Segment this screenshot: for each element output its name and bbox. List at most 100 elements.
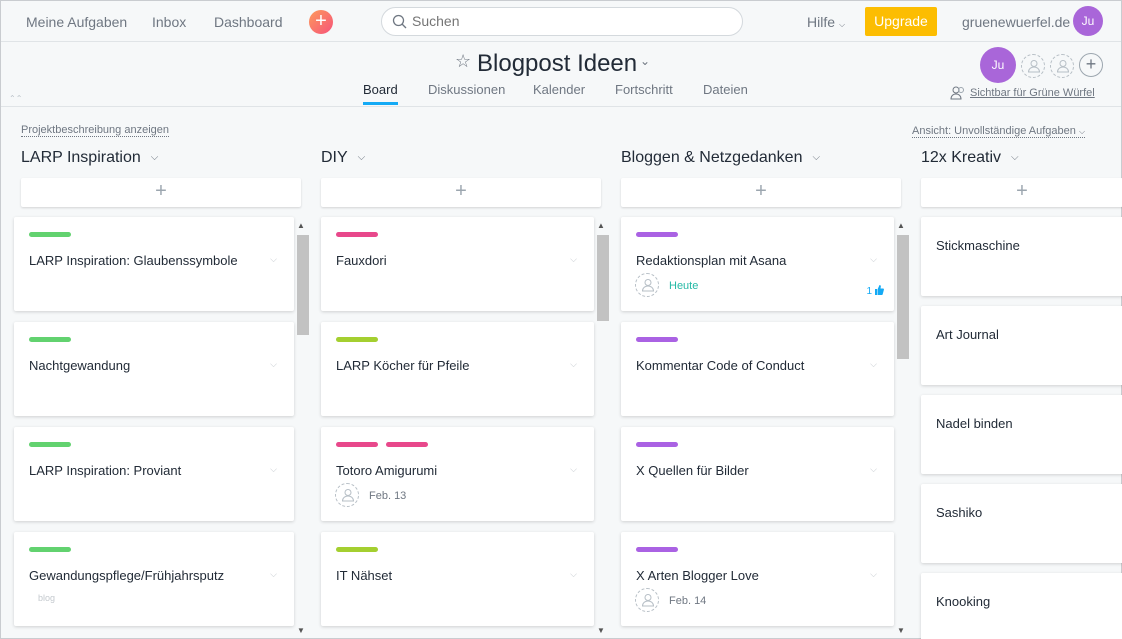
empty-member-slot[interactable] — [1050, 54, 1074, 78]
assignee-placeholder[interactable] — [635, 273, 659, 297]
column-header[interactable]: 12x Kreativ ⌵ — [921, 149, 1019, 167]
task-card[interactable]: Sashiko — [921, 484, 1122, 563]
chevron-down-icon[interactable]: ⌵ — [870, 464, 877, 475]
add-task-button[interactable]: + — [321, 178, 601, 207]
tag-bar-group — [636, 337, 686, 342]
chevron-down-icon[interactable]: ⌵ — [570, 569, 577, 580]
task-name: X Quellen für Bilder — [636, 463, 749, 478]
quick-add-button[interactable]: + — [309, 10, 333, 34]
search-bar[interactable] — [381, 7, 743, 36]
scrollbar-thumb[interactable] — [597, 235, 609, 321]
column-header[interactable]: Bloggen & Netzgedanken ⌵ — [621, 149, 820, 167]
task-card[interactable]: Nadel binden — [921, 395, 1122, 474]
column-scrollbar[interactable]: ▲ ▼ — [295, 219, 309, 637]
chevron-down-icon[interactable]: ⌵ — [270, 254, 277, 265]
task-name: LARP Inspiration: Proviant — [29, 463, 182, 478]
chevron-down-icon[interactable]: ⌵ — [270, 569, 277, 580]
workspace-name[interactable]: gruenewuerfel.de — [962, 14, 1070, 30]
task-name: Nadel binden — [936, 416, 1013, 431]
collapse-icon[interactable]: ⌃⌃ — [9, 94, 22, 103]
chevron-down-icon[interactable]: ⌵ — [870, 254, 877, 265]
help-menu[interactable]: Hilfe ⌵ — [807, 14, 845, 30]
star-icon[interactable]: ☆ — [455, 51, 471, 72]
due-date[interactable]: Feb. 13 — [369, 490, 406, 502]
scroll-up-icon[interactable]: ▲ — [297, 221, 305, 230]
search-input[interactable] — [412, 13, 712, 29]
tab-board[interactable]: Board — [363, 82, 398, 105]
chevron-down-icon[interactable]: ⌵ — [270, 359, 277, 370]
due-date[interactable]: Heute — [669, 280, 698, 292]
scroll-down-icon[interactable]: ▼ — [597, 626, 605, 635]
chevron-down-icon[interactable]: ⌵ — [570, 464, 577, 475]
view-filter-dropdown[interactable]: Ansicht: Unvollständige Aufgaben ⌵ — [912, 125, 1086, 138]
add-task-button[interactable]: + — [921, 178, 1122, 207]
help-label: Hilfe — [807, 14, 836, 30]
add-task-button[interactable]: + — [621, 178, 901, 207]
task-card[interactable]: IT Nähset ⌵ — [321, 532, 594, 626]
chevron-down-icon[interactable]: ⌵ — [358, 152, 366, 163]
chevron-down-icon[interactable]: ⌄ — [640, 54, 650, 68]
task-card[interactable]: LARP Inspiration: Proviant ⌵ — [14, 427, 294, 521]
task-card[interactable]: Redaktionsplan mit Asana ⌵ Heute 1 — [621, 217, 894, 311]
chevron-down-icon[interactable]: ⌵ — [870, 359, 877, 370]
scrollbar-thumb[interactable] — [897, 235, 909, 359]
show-description-link[interactable]: Projektbeschreibung anzeigen — [21, 124, 169, 137]
chevron-down-icon[interactable]: ⌵ — [1011, 152, 1019, 163]
scroll-down-icon[interactable]: ▼ — [297, 626, 305, 635]
column-title: DIY — [321, 149, 348, 166]
task-card[interactable]: Art Journal — [921, 306, 1122, 385]
tab-discussions[interactable]: Diskussionen — [428, 82, 505, 97]
nav-inbox[interactable]: Inbox — [152, 14, 186, 30]
tab-progress[interactable]: Fortschritt — [615, 82, 673, 97]
visibility-link[interactable]: Sichtbar für Grüne Würfel — [970, 87, 1095, 99]
empty-member-slot[interactable] — [1021, 54, 1045, 78]
scroll-down-icon[interactable]: ▼ — [897, 626, 905, 635]
column-scrollbar[interactable]: ▲ ▼ — [595, 219, 609, 637]
view-filter-label: Ansicht: Unvollständige Aufgaben — [912, 125, 1076, 137]
scrollbar-thumb[interactable] — [297, 235, 309, 335]
chevron-down-icon[interactable]: ⌵ — [870, 569, 877, 580]
person-icon — [1027, 60, 1041, 73]
chevron-down-icon[interactable]: ⌵ — [151, 152, 159, 163]
tag-bar — [336, 232, 378, 237]
project-title[interactable]: Blogpost Ideen — [477, 50, 637, 78]
task-card[interactable]: Fauxdori ⌵ — [321, 217, 594, 311]
upgrade-button[interactable]: Upgrade — [865, 7, 937, 36]
assignee-placeholder[interactable] — [635, 588, 659, 612]
column-header[interactable]: DIY ⌵ — [321, 149, 365, 167]
task-card[interactable]: Totoro Amigurumi ⌵ Feb. 13 — [321, 427, 594, 521]
nav-my-tasks[interactable]: Meine Aufgaben — [26, 14, 127, 30]
like-count[interactable]: 1 — [866, 285, 884, 297]
task-card[interactable]: LARP Köcher für Pfeile ⌵ — [321, 322, 594, 416]
chevron-down-icon: ⌵ — [1078, 127, 1086, 136]
chevron-down-icon[interactable]: ⌵ — [570, 254, 577, 265]
chevron-down-icon[interactable]: ⌵ — [812, 152, 820, 163]
task-name: Kommentar Code of Conduct — [636, 358, 805, 373]
column-scrollbar[interactable]: ▲ ▼ — [895, 219, 909, 637]
task-card[interactable]: Knooking — [921, 573, 1122, 639]
member-avatar[interactable]: Ju — [980, 47, 1016, 83]
due-date[interactable]: Feb. 14 — [669, 595, 706, 607]
add-task-button[interactable]: + — [21, 178, 301, 207]
chevron-down-icon: ⌵ — [839, 20, 846, 29]
task-card[interactable]: Gewandungspflege/Frühjahrsputz blog ⌵ — [14, 532, 294, 626]
add-member-button[interactable]: + — [1079, 53, 1103, 77]
column-header[interactable]: LARP Inspiration ⌵ — [21, 149, 158, 167]
scroll-up-icon[interactable]: ▲ — [897, 221, 905, 230]
task-name: LARP Köcher für Pfeile — [336, 358, 470, 373]
tab-files[interactable]: Dateien — [703, 82, 748, 97]
user-avatar[interactable]: Ju — [1073, 6, 1103, 36]
chevron-down-icon[interactable]: ⌵ — [270, 464, 277, 475]
task-card[interactable]: X Quellen für Bilder ⌵ — [621, 427, 894, 521]
tag-bar-group — [29, 547, 79, 552]
assignee-placeholder[interactable] — [335, 483, 359, 507]
task-card[interactable]: X Arten Blogger Love ⌵ Feb. 14 — [621, 532, 894, 626]
task-card[interactable]: Stickmaschine — [921, 217, 1122, 296]
task-card[interactable]: Kommentar Code of Conduct ⌵ — [621, 322, 894, 416]
chevron-down-icon[interactable]: ⌵ — [570, 359, 577, 370]
nav-dashboard[interactable]: Dashboard — [214, 14, 283, 30]
tab-calendar[interactable]: Kalender — [533, 82, 585, 97]
task-card[interactable]: LARP Inspiration: Glaubenssymbole ⌵ — [14, 217, 294, 311]
task-card[interactable]: Nachtgewandung ⌵ — [14, 322, 294, 416]
scroll-up-icon[interactable]: ▲ — [597, 221, 605, 230]
